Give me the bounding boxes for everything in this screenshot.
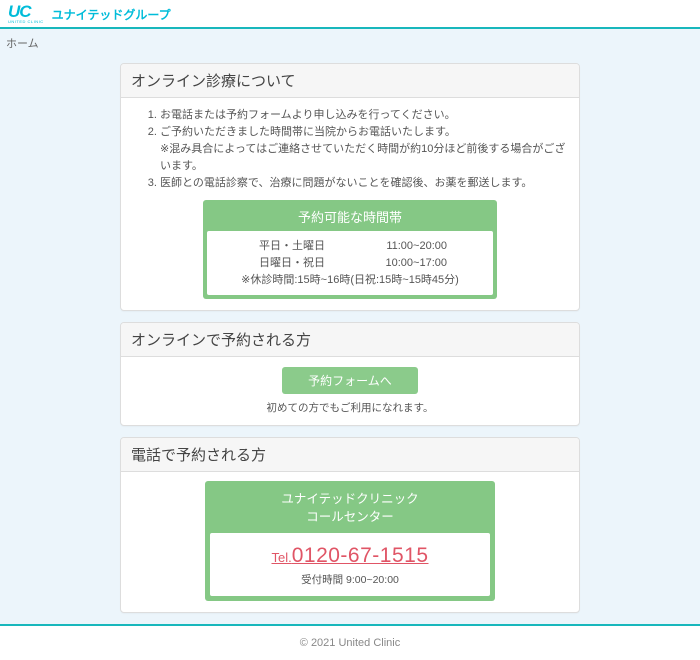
panel-online-body: 予約フォームへ 初めての方でもご利用になれます。 [121,357,579,425]
copyright-text: © 2021 United Clinic [300,637,400,649]
panel-phone-reservation: 電話で予約される方 ユナイテッドクリニック コールセンター Tel.0120-6… [120,437,580,614]
hours-row: 平日・土曜日 11:00~20:00 [217,238,483,255]
brand-name: ユナイテッドグループ [52,6,171,23]
panel-about-title: オンライン診療について [121,64,579,98]
panel-phone-body: ユナイテッドクリニック コールセンター Tel.0120-67-1515 受付時… [121,472,579,613]
content-container: オンライン診療について お電話または予約フォームより申し込みを行ってください。 … [120,63,580,613]
panel-online-title: オンラインで予約される方 [121,323,579,357]
call-center-inner: Tel.0120-67-1515 受付時間 9:00~20:00 [210,533,490,596]
call-center-title-line1: ユナイテッドクリニック [210,490,490,509]
panel-about-online-consultation: オンライン診療について お電話または予約フォームより申し込みを行ってください。 … [120,63,580,311]
step-text: お電話または予約フォームより申し込みを行ってください。 [160,109,456,121]
panel-phone-title: 電話で予約される方 [121,438,579,472]
tel-prefix: Tel. [271,550,291,565]
call-center-title: ユナイテッドクリニック コールセンター [210,486,490,534]
breadcrumb-home-link[interactable]: ホーム [6,38,39,50]
hours-box-inner: 平日・土曜日 11:00~20:00 日曜日・祝日 10:00~17:00 ※休… [207,231,493,295]
hours-value: 10:00~17:00 [386,255,447,272]
phone-number-link[interactable]: Tel.0120-67-1515 [271,544,428,567]
panel-about-body: お電話または予約フォームより申し込みを行ってください。 ご予約いただきました時間… [121,98,579,310]
step-text: 医師との電話診察で、治療に問題がないことを確認後、お薬を郵送します。 [160,177,532,189]
breadcrumb: ホーム [0,29,700,56]
step-item: 医師との電話診察で、治療に問題がないことを確認後、お薬を郵送します。 [160,175,567,192]
hours-label: 平日・土曜日 [259,238,325,255]
reservation-form-button[interactable]: 予約フォームへ [282,367,418,394]
phone-hours-caption: 受付時間 9:00~20:00 [218,572,482,587]
logo-uc-icon: UC [8,4,44,19]
step-note: ※混み具合によってはご連絡させていただく時間が約10分ほど前後する場合がございま… [160,141,567,175]
hours-row: 日曜日・祝日 10:00~17:00 [217,255,483,272]
reservable-hours-box: 予約可能な時間帯 平日・土曜日 11:00~20:00 日曜日・祝日 10:00… [203,200,497,299]
step-text: ご予約いただきました時間帯に当院からお電話いたします。 [160,126,456,138]
panel-online-reservation: オンラインで予約される方 予約フォームへ 初めての方でもご利用になれます。 [120,322,580,426]
tel-number: 0120-67-1515 [292,544,429,567]
call-center-box: ユナイテッドクリニック コールセンター Tel.0120-67-1515 受付時… [205,481,495,602]
hours-value: 11:00~20:00 [386,238,447,255]
call-center-title-line2: コールセンター [210,508,490,527]
reservation-form-caption: 初めての方でもご利用になれます。 [133,400,567,415]
consultation-steps-list: お電話または予約フォームより申し込みを行ってください。 ご予約いただきました時間… [133,107,567,192]
united-clinic-logo[interactable]: UC UNITED CLINIC [8,4,44,24]
step-item: お電話または予約フォームより申し込みを行ってください。 [160,107,567,124]
site-footer: © 2021 United Clinic [0,624,700,660]
step-item: ご予約いただきました時間帯に当院からお電話いたします。 ※混み具合によってはご連… [160,124,567,175]
site-header: UC UNITED CLINIC ユナイテッドグループ [0,0,700,29]
hours-box-title: 予約可能な時間帯 [207,204,493,231]
hours-note: ※休診時間:15時~16時(日祝:15時~15時45分) [217,272,483,289]
logo-subtext: UNITED CLINIC [8,20,44,24]
main-content: オンライン診療について お電話または予約フォームより申し込みを行ってください。 … [0,56,700,624]
hours-label: 日曜日・祝日 [259,255,325,272]
